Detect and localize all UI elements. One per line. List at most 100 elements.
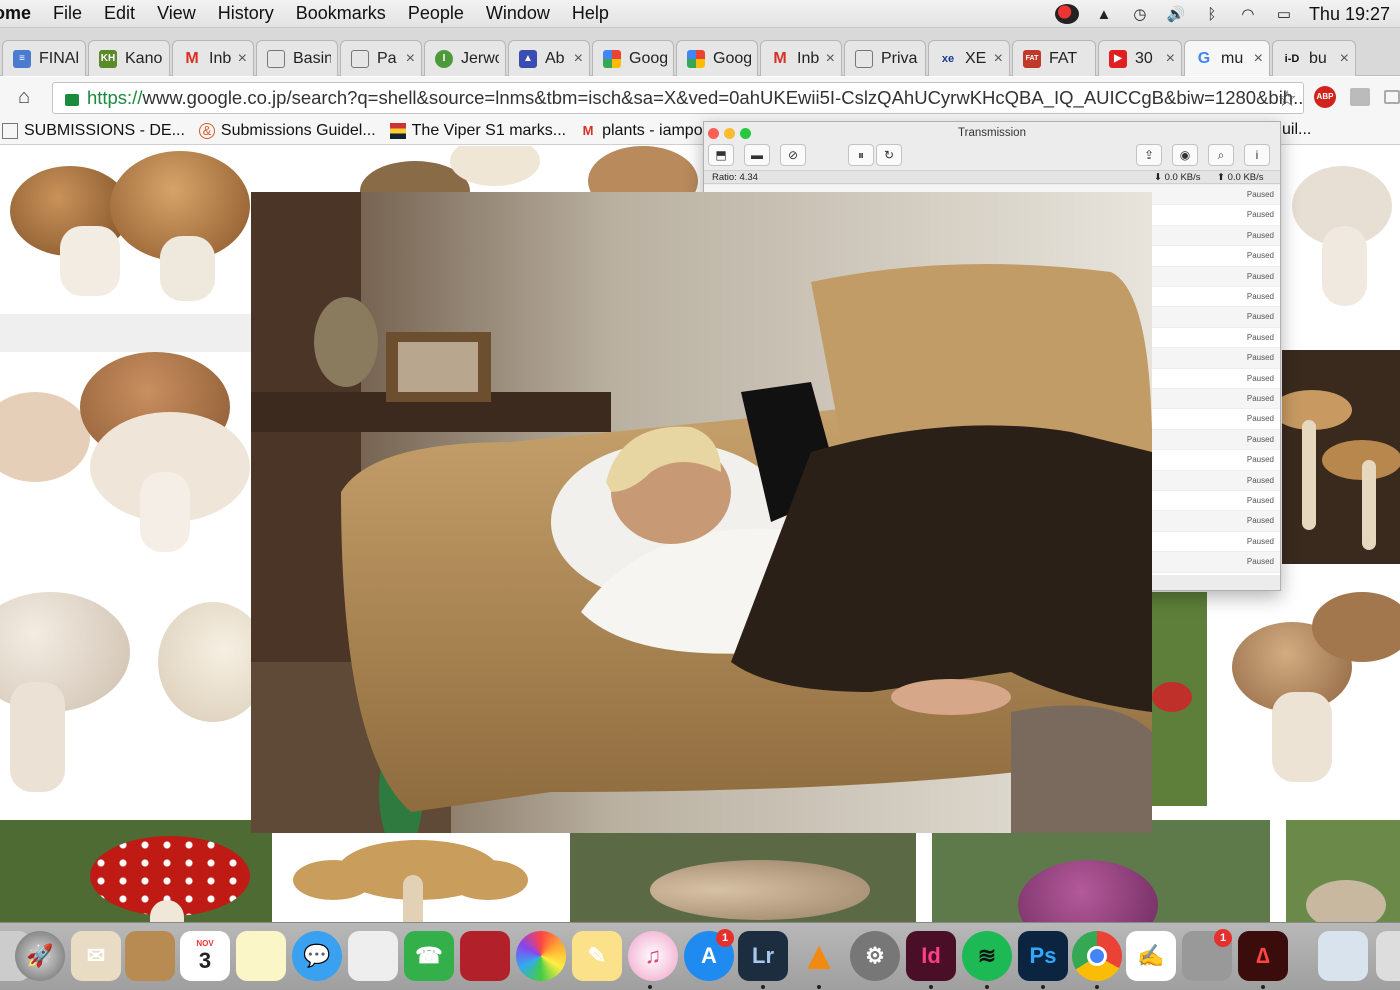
bluetooth-icon[interactable]: ᛒ [1201, 5, 1223, 23]
bookmark-2[interactable]: The Viper S1 marks... [389, 122, 566, 140]
result-image-mushroom[interactable] [288, 820, 554, 922]
dock-pages-icon[interactable]: ✎ [572, 931, 622, 981]
tab-close-icon[interactable]: × [574, 50, 583, 68]
result-image-mushroom[interactable] [0, 352, 252, 562]
tab-close-icon[interactable]: × [994, 50, 1003, 68]
result-image-mushroom[interactable] [1282, 350, 1400, 564]
dock-contacts-icon[interactable] [125, 931, 175, 981]
menu-edit[interactable]: Edit [93, 3, 146, 24]
tab-close-icon[interactable]: × [1340, 50, 1349, 68]
tab-close-icon[interactable]: × [826, 50, 835, 68]
tab-9[interactable]: M Inb × [760, 40, 842, 76]
tab-6[interactable]: ▲ Ab × [508, 40, 590, 76]
tab-close-icon[interactable]: × [1166, 50, 1175, 68]
dock-chrome-icon[interactable] [1072, 931, 1122, 981]
dock-acrobat-icon[interactable]: ✍ [1126, 931, 1176, 981]
search-icon[interactable]: ⌕ [1208, 144, 1234, 166]
tab-4[interactable]: Pa × [340, 40, 422, 76]
extension-icon[interactable] [1384, 90, 1400, 104]
tab-10[interactable]: Priva [844, 40, 926, 76]
menu-view[interactable]: View [146, 3, 207, 24]
bookmark-1[interactable]: & Submissions Guidel... [198, 122, 376, 140]
result-image-mushroom[interactable] [588, 146, 703, 192]
result-image-mushroom[interactable] [0, 146, 252, 311]
menu-app-name[interactable]: ome [0, 3, 42, 24]
result-image-mushroom[interactable] [570, 820, 916, 922]
bookmark-star-icon[interactable]: ☆ [1277, 86, 1297, 112]
result-image-mushroom[interactable] [932, 820, 1270, 922]
address-bar[interactable]: https:// www.google.co.jp/search?q=shell… [52, 82, 1304, 114]
result-image-mushroom[interactable] [148, 582, 252, 804]
creative-cloud-icon[interactable] [1054, 4, 1079, 24]
dock-messages-icon[interactable]: 💬 [292, 931, 342, 981]
add-torrent-button[interactable]: ⬒ [708, 144, 734, 166]
dock-photoshop-icon[interactable]: Ps [1018, 931, 1068, 981]
tab-5[interactable]: I Jerwo [424, 40, 506, 76]
tab-8[interactable]: Goog [676, 40, 758, 76]
tab-7[interactable]: Goog [592, 40, 674, 76]
tab-3[interactable]: Basin [256, 40, 338, 76]
tab-14-active[interactable]: Gmu × [1184, 40, 1270, 76]
battery-icon[interactable]: ▭ [1273, 5, 1295, 23]
tab-0[interactable]: ≡ FINAl [2, 40, 86, 76]
menu-history[interactable]: History [207, 3, 285, 24]
dock-mail-icon[interactable]: ✉ [71, 931, 121, 981]
result-image-mushroom[interactable] [340, 146, 580, 192]
bookmark-0[interactable]: SUBMISSIONS - DE... [2, 122, 185, 140]
result-image-mushroom[interactable] [1152, 592, 1207, 806]
menu-help[interactable]: Help [561, 3, 620, 24]
dock-calendar-icon[interactable]: NOV 3 [180, 931, 230, 981]
menu-bookmarks[interactable]: Bookmarks [285, 3, 397, 24]
dock-itunes-icon[interactable]: ♫ [628, 931, 678, 981]
quicklook-eye-icon[interactable]: ◉ [1172, 144, 1198, 166]
tab-close-icon[interactable]: × [1254, 50, 1263, 68]
result-image-mushroom[interactable] [1286, 820, 1400, 922]
result-image-mushroom[interactable] [0, 582, 132, 804]
dock-lightroom-icon[interactable]: Lr [738, 931, 788, 981]
dock-spotify-icon[interactable]: ≋ [962, 931, 1012, 981]
dock-downloads-stack-icon[interactable] [1318, 931, 1368, 981]
dock-photos-icon[interactable] [516, 931, 566, 981]
tab-12[interactable]: FAT FAT [1012, 40, 1096, 76]
dock-system-preferences-icon[interactable]: ⚙ [850, 931, 900, 981]
home-icon[interactable]: ⌂ [18, 86, 40, 108]
wifi-icon[interactable]: ◠ [1237, 5, 1259, 23]
result-image-mushroom[interactable] [1282, 146, 1400, 326]
tab-2[interactable]: M Inb × [172, 40, 254, 76]
time-machine-icon[interactable]: ◷ [1129, 5, 1151, 23]
menu-people[interactable]: People [397, 3, 475, 24]
tab-13[interactable]: ▶ 30 × [1098, 40, 1182, 76]
remove-button[interactable]: ⊘ [780, 144, 806, 166]
result-image-placeholder[interactable] [0, 314, 252, 352]
tab-1[interactable]: KH Kano [88, 40, 170, 76]
menu-clock[interactable]: Thu 19:27 [1309, 4, 1390, 25]
tab-close-icon[interactable]: × [406, 50, 415, 68]
result-image-mushroom[interactable] [1222, 582, 1400, 804]
dock-notes-icon[interactable] [236, 931, 286, 981]
menu-file[interactable]: File [42, 3, 93, 24]
bookmark-3[interactable]: Mplants - iampoll [580, 122, 710, 140]
result-image-fly-agaric[interactable] [0, 820, 272, 922]
menu-window[interactable]: Window [475, 3, 561, 24]
tab-11[interactable]: xe XE × [928, 40, 1010, 76]
dock-acrobat-reader-icon[interactable]: ∆ [1238, 931, 1288, 981]
open-folder-button[interactable]: ▬ [744, 144, 770, 166]
resume-all-button[interactable]: ↻ [876, 144, 902, 166]
dock-vlc-icon[interactable]: ▲ [794, 931, 844, 981]
dock-trash-icon[interactable] [1376, 931, 1400, 981]
dock-preview-icon[interactable] [348, 931, 398, 981]
gpu-icon[interactable]: ▲ [1093, 5, 1115, 23]
volume-icon[interactable]: 🔊 [1165, 5, 1187, 23]
info-icon[interactable]: i [1244, 144, 1270, 166]
share-button[interactable]: ⇪ [1136, 144, 1162, 166]
dock-indesign-icon[interactable]: Id [906, 931, 956, 981]
bookmark-overflow[interactable]: uil... [1282, 121, 1311, 139]
dock-photobooth-icon[interactable] [460, 931, 510, 981]
extension-icon[interactable] [1350, 88, 1370, 106]
tab-close-icon[interactable]: × [238, 50, 247, 68]
tab-15[interactable]: i-D bu × [1272, 40, 1356, 76]
pause-all-button[interactable]: ⏸ [848, 144, 874, 166]
adblock-plus-icon[interactable]: ABP [1314, 86, 1336, 108]
dock-launchpad-icon[interactable]: 🚀 [15, 931, 65, 981]
dock-facetime-icon[interactable]: ☎ [404, 931, 454, 981]
